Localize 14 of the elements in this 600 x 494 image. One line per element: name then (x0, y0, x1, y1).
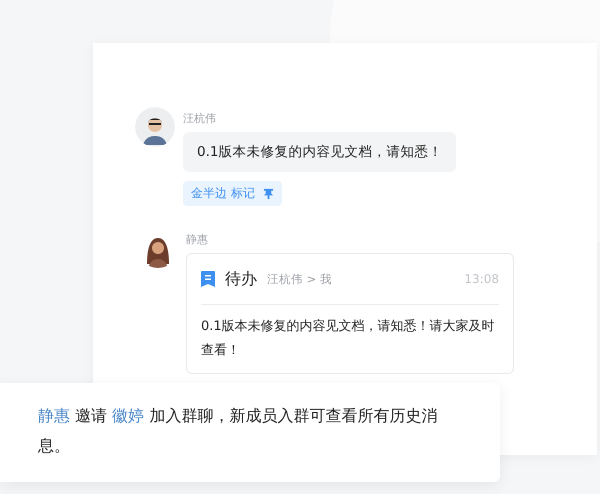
todo-route: 汪杭伟 > 我 (267, 272, 332, 286)
mark-tag[interactable]: 金半边 标记 (183, 181, 282, 206)
sender-name: 汪杭伟 (183, 111, 216, 126)
todo-title: 待办 (225, 268, 257, 290)
todo-text: 0.1版本未修复的内容见文档，请知悉！请大家及时查看！ (201, 318, 496, 360)
timestamp: 13:08 (464, 272, 499, 286)
notice-text: 静惠 邀请 徽婷 加入群聊，新成员入群可查看所有历史消息。 (38, 405, 438, 457)
user-link[interactable]: 徽婷 (112, 406, 144, 425)
message-bubble: 0.1版本未修复的内容见文档，请知悉！ (183, 132, 456, 172)
sender-name: 静惠 (186, 232, 208, 247)
avatar-icon (135, 107, 175, 147)
pin-icon (262, 188, 274, 199)
user-link[interactable]: 静惠 (38, 406, 70, 425)
document-icon (201, 271, 215, 287)
